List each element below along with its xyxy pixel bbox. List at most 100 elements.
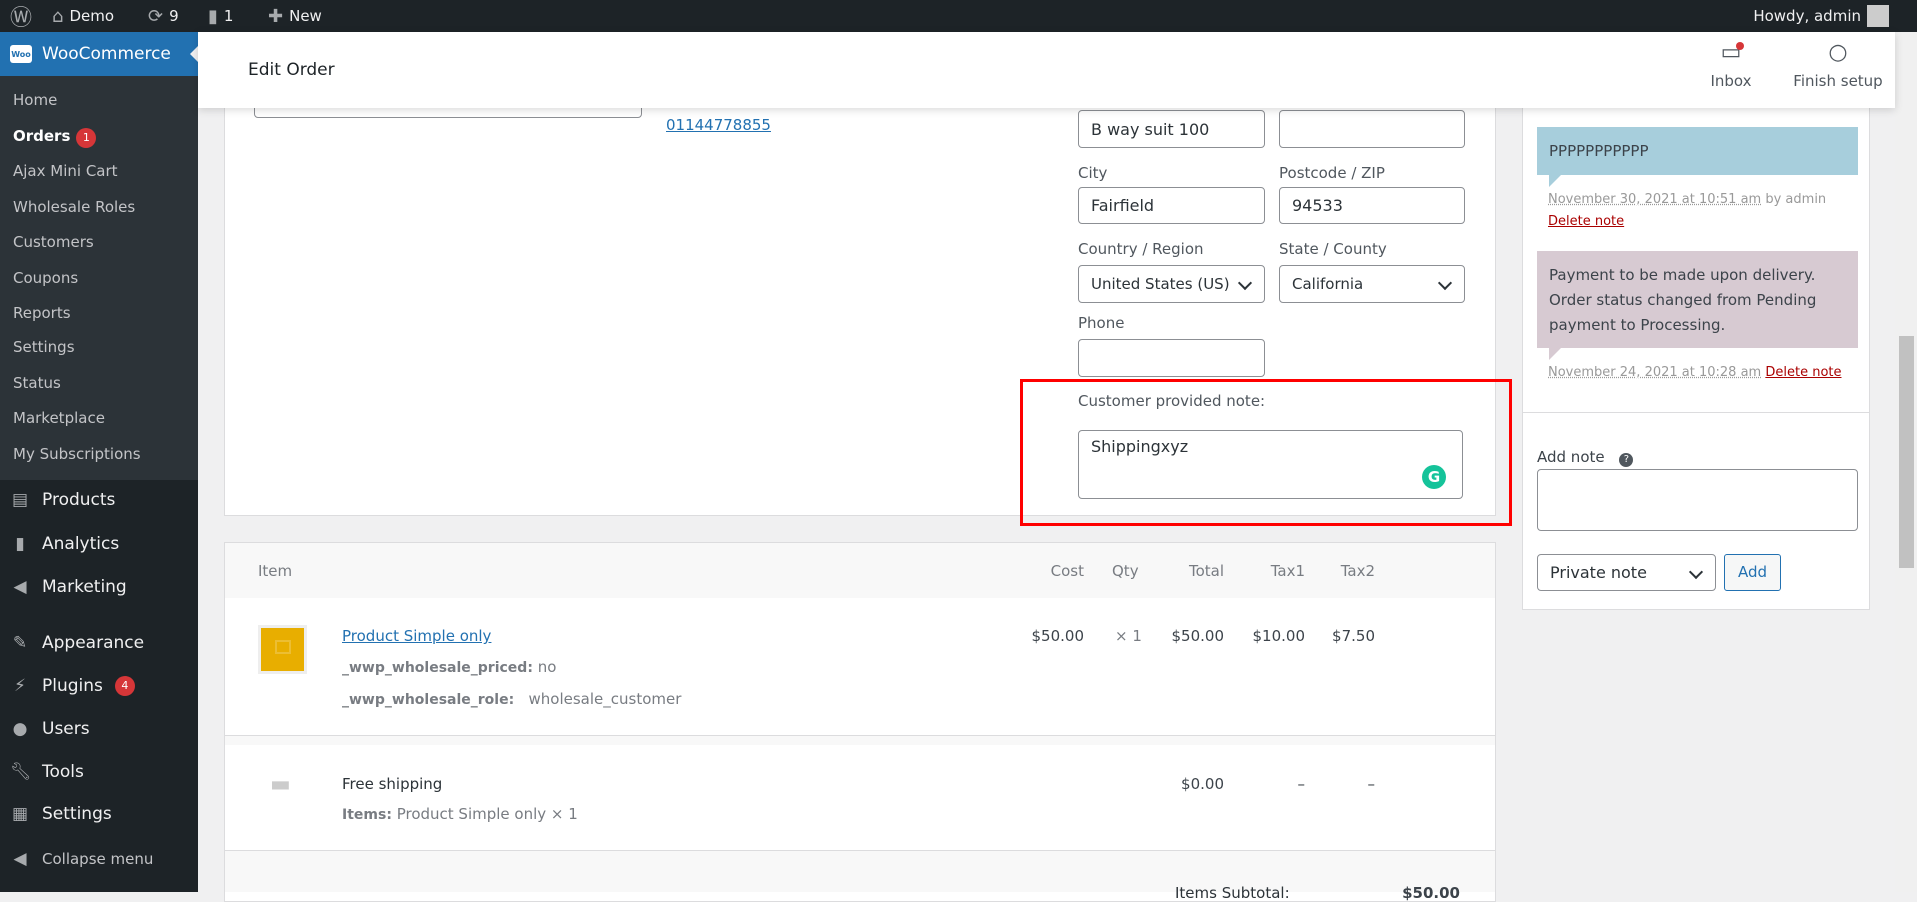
product-name-link[interactable]: Product Simple only: [342, 627, 491, 645]
shipping-items: Items: Product Simple only × 1: [342, 805, 578, 823]
add-note-textarea[interactable]: [1537, 469, 1858, 531]
inbox-button[interactable]: ▭ Inbox: [1706, 40, 1756, 90]
settings-icon: ▦: [11, 804, 29, 824]
plus-icon: ✚: [268, 5, 284, 27]
woo-logo-icon: Woo: [10, 45, 32, 63]
wordpress-logo-icon[interactable]: Ⓦ: [10, 0, 32, 32]
help-icon[interactable]: ?: [1619, 453, 1634, 467]
page-header: Edit Order ▭ Inbox ○ Finish setup: [198, 32, 1895, 108]
billing-phone-link[interactable]: 01144778855: [666, 116, 771, 134]
delete-note-link[interactable]: Delete note: [1548, 214, 1624, 229]
sidebar-item-settings[interactable]: ▦ Settings: [10, 804, 112, 824]
scrollbar-thumb[interactable]: [1899, 336, 1914, 568]
refresh-icon: ⟳: [148, 5, 164, 27]
note-meta: November 24, 2021 at 10:28 am Delete not…: [1548, 365, 1842, 380]
sidebar-item-plugins[interactable]: ⚡ Plugins 4: [10, 676, 135, 696]
brush-icon: ✎: [12, 633, 28, 653]
submenu-orders[interactable]: Orders 1: [13, 127, 97, 148]
add-note-label: Add note ?: [1537, 448, 1634, 467]
shipping-method-name: Free shipping: [342, 775, 443, 793]
comments-link[interactable]: ▮ 1: [208, 0, 233, 32]
note-meta: November 30, 2021 at 10:51 am by admin D…: [1548, 192, 1827, 229]
plug-icon: ⚡: [14, 676, 26, 696]
product-meta-priced: _wwp_wholesale_priced: no: [342, 658, 557, 676]
archive-icon: ▤: [11, 490, 29, 510]
phone-label: Phone: [1078, 314, 1125, 332]
product-total: $50.00: [1171, 627, 1225, 645]
row-divider: [225, 735, 1495, 745]
submenu-customers[interactable]: Customers: [13, 233, 94, 251]
country-select[interactable]: United States (US): [1078, 265, 1265, 303]
shipping-phone-input[interactable]: [1078, 339, 1265, 377]
product-tax2: $7.50: [1332, 627, 1375, 645]
collapse-icon: ◀: [13, 849, 27, 869]
sidebar-item-marketing[interactable]: ◀ Marketing: [10, 577, 126, 597]
comment-icon: ▮: [208, 5, 218, 27]
delete-note-link[interactable]: Delete note: [1765, 365, 1841, 380]
totals-area: [225, 850, 1495, 892]
account-menu[interactable]: Howdy, admin: [1753, 0, 1889, 32]
sidebar-item-users[interactable]: ● Users: [10, 719, 90, 739]
sidebar-item-products[interactable]: ▤ Products: [10, 490, 115, 510]
state-select[interactable]: California: [1279, 265, 1465, 303]
product-cost: $50.00: [1031, 627, 1085, 645]
submenu-reports[interactable]: Reports: [13, 304, 71, 322]
wrench-icon: 🔧︎: [10, 762, 32, 782]
truck-icon: ▬: [270, 772, 291, 797]
submenu-ajax-mini-cart[interactable]: Ajax Mini Cart: [13, 162, 118, 180]
col-qty: Qty: [1112, 562, 1139, 580]
submenu-home[interactable]: Home: [13, 91, 57, 109]
sidebar-item-tools[interactable]: 🔧︎ Tools: [10, 762, 84, 782]
sidebar-item-appearance[interactable]: ✎ Appearance: [10, 633, 144, 653]
new-content-link[interactable]: ✚ New: [268, 0, 322, 32]
collapse-menu-button[interactable]: ◀ Collapse menu: [10, 849, 153, 869]
city-input[interactable]: Fairfield: [1078, 187, 1265, 224]
city-label: City: [1078, 164, 1108, 182]
updates-link[interactable]: ⟳ 9: [148, 0, 179, 32]
submenu-wholesale-roles[interactable]: Wholesale Roles: [13, 198, 135, 216]
add-note-button[interactable]: Add: [1724, 554, 1781, 591]
plugins-badge: 4: [114, 676, 135, 696]
notes-divider: [1523, 412, 1869, 413]
order-note: Payment to be made upon delivery. Order …: [1537, 251, 1858, 360]
product-meta-role: _wwp_wholesale_role: wholesale_customer: [342, 690, 682, 708]
shipping-tax2: –: [1367, 775, 1376, 793]
shipping-extra-input[interactable]: [1279, 110, 1465, 148]
col-total: Total: [1188, 562, 1224, 580]
note-type-select[interactable]: Private note: [1537, 554, 1716, 591]
megaphone-icon: ◀: [13, 577, 27, 597]
subtotal-label: Items Subtotal:: [1175, 884, 1290, 902]
sidebar-item-woocommerce[interactable]: Woo WooCommerce: [0, 32, 198, 76]
finish-setup-button[interactable]: ○ Finish setup: [1788, 40, 1888, 90]
progress-circle-icon: ○: [1828, 40, 1848, 65]
order-note: PPPPPPPPPPP: [1537, 127, 1858, 187]
submenu-status[interactable]: Status: [13, 374, 61, 392]
submenu-coupons[interactable]: Coupons: [13, 269, 78, 287]
product-thumbnail: [258, 625, 307, 674]
postcode-label: Postcode / ZIP: [1279, 164, 1385, 182]
highlight-box: [1020, 379, 1512, 526]
orders-badge: 1: [76, 128, 97, 148]
col-tax1: Tax1: [1270, 562, 1305, 580]
product-qty: × 1: [1115, 627, 1142, 645]
sidebar-item-analytics[interactable]: ▮ Analytics: [10, 534, 119, 554]
country-label: Country / Region: [1078, 240, 1204, 258]
submenu-marketplace[interactable]: Marketplace: [13, 409, 105, 427]
shipping-total: $0.00: [1181, 775, 1224, 793]
site-link[interactable]: ⌂ Demo: [52, 0, 114, 32]
col-item: Item: [258, 562, 293, 580]
submenu-settings[interactable]: Settings: [13, 338, 75, 356]
subtotal-value: $50.00: [1402, 884, 1460, 902]
bar-chart-icon: ▮: [15, 534, 25, 554]
user-icon: ●: [12, 719, 28, 739]
page-title: Edit Order: [248, 60, 335, 80]
home-icon: ⌂: [52, 5, 64, 27]
submenu-my-subscriptions[interactable]: My Subscriptions: [13, 445, 141, 463]
col-cost: Cost: [1050, 562, 1084, 580]
state-label: State / County: [1279, 240, 1387, 258]
admin-bar: Ⓦ ⌂ Demo ⟳ 9 ▮ 1 ✚ New Howdy, admin: [0, 0, 1917, 32]
postcode-input[interactable]: 94533: [1279, 187, 1465, 224]
shipping-address-2-input[interactable]: B way suit 100: [1078, 110, 1265, 148]
avatar: [1867, 5, 1889, 27]
inbox-icon: ▭: [1706, 40, 1756, 72]
